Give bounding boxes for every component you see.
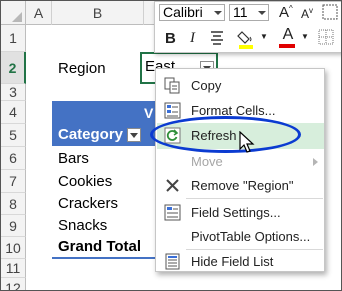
row-header-2[interactable]: 2 [1, 52, 26, 84]
font-name-value: Calibri [163, 4, 203, 20]
field-settings-icon [164, 204, 181, 221]
row-header-8[interactable]: 8 [1, 193, 26, 215]
font-color-icon[interactable]: A [279, 27, 297, 49]
menu-item-copy[interactable]: Copy [157, 73, 324, 99]
row-header-9[interactable]: 9 [1, 215, 26, 237]
column-header-b[interactable]: B [52, 1, 144, 25]
row-header-4[interactable]: 4 [1, 101, 26, 124]
italic-icon[interactable]: I [190, 30, 195, 47]
row-header-1[interactable]: 1 [1, 25, 26, 52]
menu-item-label: PivotTable Options... [191, 229, 311, 244]
format-cells-icon [164, 102, 181, 119]
font-size-value: 11 [233, 4, 248, 20]
menu-item-field-settings[interactable]: Field Settings... [157, 200, 324, 226]
menu-item-label: Move [191, 154, 223, 169]
menu-item-hide-field-list[interactable]: Hide Field List [157, 249, 324, 275]
align-center-icon[interactable] [209, 28, 225, 46]
category-filter-dropdown-icon[interactable] [127, 128, 141, 142]
row-header-7[interactable]: 7 [1, 170, 26, 193]
menu-item-label: Hide Field List [191, 254, 274, 269]
grow-font-icon[interactable]: A^ [279, 4, 293, 21]
column-header-a[interactable]: A [26, 1, 52, 25]
shrink-font-icon[interactable]: Av [301, 6, 313, 21]
mini-formatting-toolbar: Calibri 11 A^ Av B I ▼ A ▼ [154, 1, 341, 53]
fill-color-dropdown-icon[interactable]: ▼ [260, 32, 268, 41]
category-header: Category [58, 126, 124, 143]
font-name-box[interactable]: Calibri [159, 4, 225, 21]
field-list-icon [164, 253, 181, 270]
menu-item-label: Copy [191, 78, 222, 93]
row-header-12[interactable]: 12 [1, 278, 26, 290]
font-size-box[interactable]: 11 [229, 4, 269, 21]
mouse-pointer-icon [239, 130, 255, 155]
filter-label-region: Region [58, 60, 106, 77]
menu-item-pivottable-options[interactable]: PivotTable Options... [157, 224, 324, 250]
row-header-10[interactable]: 10 [1, 237, 26, 259]
row-header-11[interactable]: 11 [1, 259, 26, 278]
bold-icon[interactable]: B [165, 30, 176, 47]
menu-item-label: Field Settings... [191, 205, 281, 220]
borders-icon[interactable] [318, 29, 334, 45]
row-header-6[interactable]: 6 [1, 147, 26, 170]
submenu-arrow-icon [313, 158, 318, 166]
select-all-corner[interactable] [1, 1, 26, 25]
pivot-row-item[interactable]: Crackers [58, 195, 118, 212]
grand-total-divider [52, 257, 157, 259]
font-color-dropdown-icon[interactable]: ▼ [301, 32, 309, 41]
accounting-format-icon[interactable] [322, 4, 338, 20]
pivot-row-item[interactable]: Bars [58, 150, 89, 167]
copy-icon [164, 77, 181, 94]
pivot-values-header: V [144, 105, 154, 121]
pivot-row-item[interactable]: Snacks [58, 217, 107, 234]
row-header-3[interactable]: 3 [1, 84, 26, 101]
refresh-highlight-oval [150, 116, 301, 153]
context-menu: Copy Format Cells... Refresh Move Remove… [155, 68, 325, 272]
pivot-row-item[interactable]: Cookies [58, 173, 112, 190]
row-header-5[interactable]: 5 [1, 124, 26, 147]
excel-window: A B 1 2 3 4 5 6 7 8 9 10 11 12 Region Ea… [0, 0, 342, 291]
grand-total-label: Grand Total [58, 238, 142, 255]
menu-item-label: Remove "Region" [191, 178, 294, 193]
fill-color-icon[interactable] [237, 28, 259, 50]
menu-item-remove-region[interactable]: Remove "Region" [157, 173, 324, 199]
remove-x-icon [164, 177, 181, 194]
menu-separator [186, 198, 323, 199]
font-color-letter: A [282, 26, 294, 43]
